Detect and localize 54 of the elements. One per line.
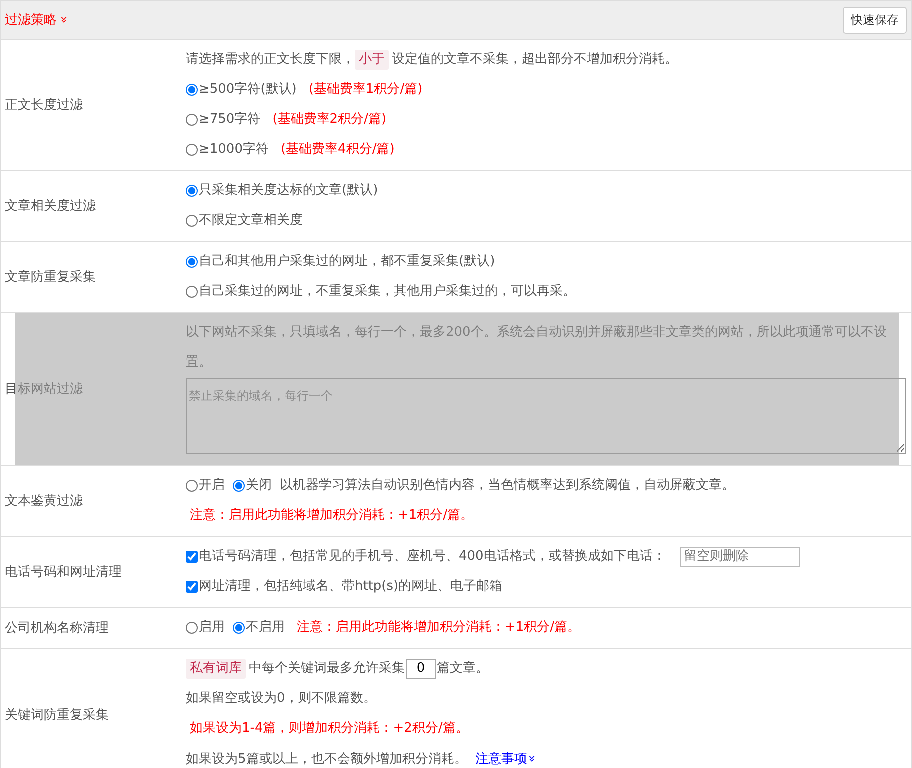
setting-label: 电话号码和网址清理	[4, 564, 123, 581]
cost-note: (基础费率4积分/篇)	[280, 141, 395, 159]
radio-button[interactable]	[186, 114, 198, 126]
notice-link[interactable]: 注意事项 »	[475, 744, 537, 768]
option-label: 关闭	[246, 477, 272, 495]
description-text: 以机器学习算法自动识别色情内容，当色情概率达到系统阈值，自动屏蔽文章。	[280, 477, 735, 495]
description-text: 以下网站不采集，只填域名，每行一个，最多200个。系统会自动识别并屏蔽那些非文章类的网站，所以此项通常可以不设置。	[186, 324, 888, 372]
option-label: ≥500字符(默认)	[199, 81, 297, 99]
radio-button[interactable]	[186, 144, 198, 156]
radio-button[interactable]	[186, 84, 198, 96]
phone-field[interactable]: 留空则删除	[680, 547, 800, 567]
description-text: 请选择需求的正文长度下限，	[186, 51, 355, 69]
setting-label: 文本鉴黄过滤	[4, 493, 84, 510]
setting-label: 文章防重复采集	[4, 269, 97, 286]
setting-label: 目标网站过滤	[4, 381, 84, 398]
option-label: 自己和其他用户采集过的网址，都不重复采集(默认)	[199, 253, 496, 271]
cost-note: 注意：启用此功能将增加积分消耗：+1积分/篇。	[190, 507, 474, 525]
setting-label: 公司机构名称清理	[4, 620, 110, 637]
option-label: 自己采集过的网址，不重复采集，其他用户采集过的，可以再采。	[199, 283, 576, 301]
option-label: 电话号码清理，包括常见的手机号、座机号、400电话格式，或替换成如下电话：	[199, 548, 666, 566]
radio-button[interactable]	[233, 480, 245, 492]
radio-button[interactable]	[186, 215, 198, 227]
description-text: 中每个关键词最多允许采集	[249, 660, 405, 678]
description-text: 篇文章。	[437, 660, 489, 678]
setting-label: 关键词防重复采集	[4, 706, 110, 724]
option-label: ≥1000字符	[199, 141, 269, 159]
radio-button[interactable]	[186, 622, 198, 634]
checkbox[interactable]	[186, 551, 198, 563]
description-text: 设定值的文章不采集，超出部分不增加积分消耗。	[392, 51, 678, 69]
count-field[interactable]: 0	[406, 659, 436, 679]
option-label: 网址清理，包括纯域名、带http(s)的网址、电子邮箱	[199, 578, 503, 596]
option-label: 不限定文章相关度	[199, 212, 303, 230]
cost-note: (基础费率1积分/篇)	[308, 81, 423, 99]
option-label: 启用	[199, 619, 225, 637]
cost-note: 如果设为1-4篇，则增加积分消耗：+2积分/篇。	[190, 720, 469, 738]
checkbox[interactable]	[186, 581, 198, 593]
option-label: 不启用	[246, 619, 285, 637]
cost-note: 注意：启用此功能将增加积分消耗：+1积分/篇。	[297, 619, 581, 637]
description-text: 如果留空或设为0，则不限篇数。	[186, 690, 376, 708]
save-button[interactable]: 快速保存	[843, 6, 907, 34]
keyword-tag: 私有词库	[186, 659, 246, 679]
cost-note: (基础费率2积分/篇)	[272, 111, 387, 129]
radio-button[interactable]	[233, 622, 245, 634]
setting-label: 正文长度过滤	[4, 97, 84, 114]
radio-button[interactable]	[186, 480, 198, 492]
radio-button[interactable]	[186, 185, 198, 197]
description-text: 如果设为5篇或以上，也不会额外增加积分消耗。	[186, 750, 468, 768]
option-label: 开启	[199, 477, 225, 495]
option-label: ≥750字符	[199, 111, 261, 129]
setting-label: 文章相关度过滤	[4, 198, 97, 215]
radio-button[interactable]	[186, 256, 198, 268]
keyword-tag: 小于	[355, 50, 389, 70]
option-label: 只采集相关度达标的文章(默认)	[199, 182, 378, 200]
radio-button[interactable]	[186, 286, 198, 298]
